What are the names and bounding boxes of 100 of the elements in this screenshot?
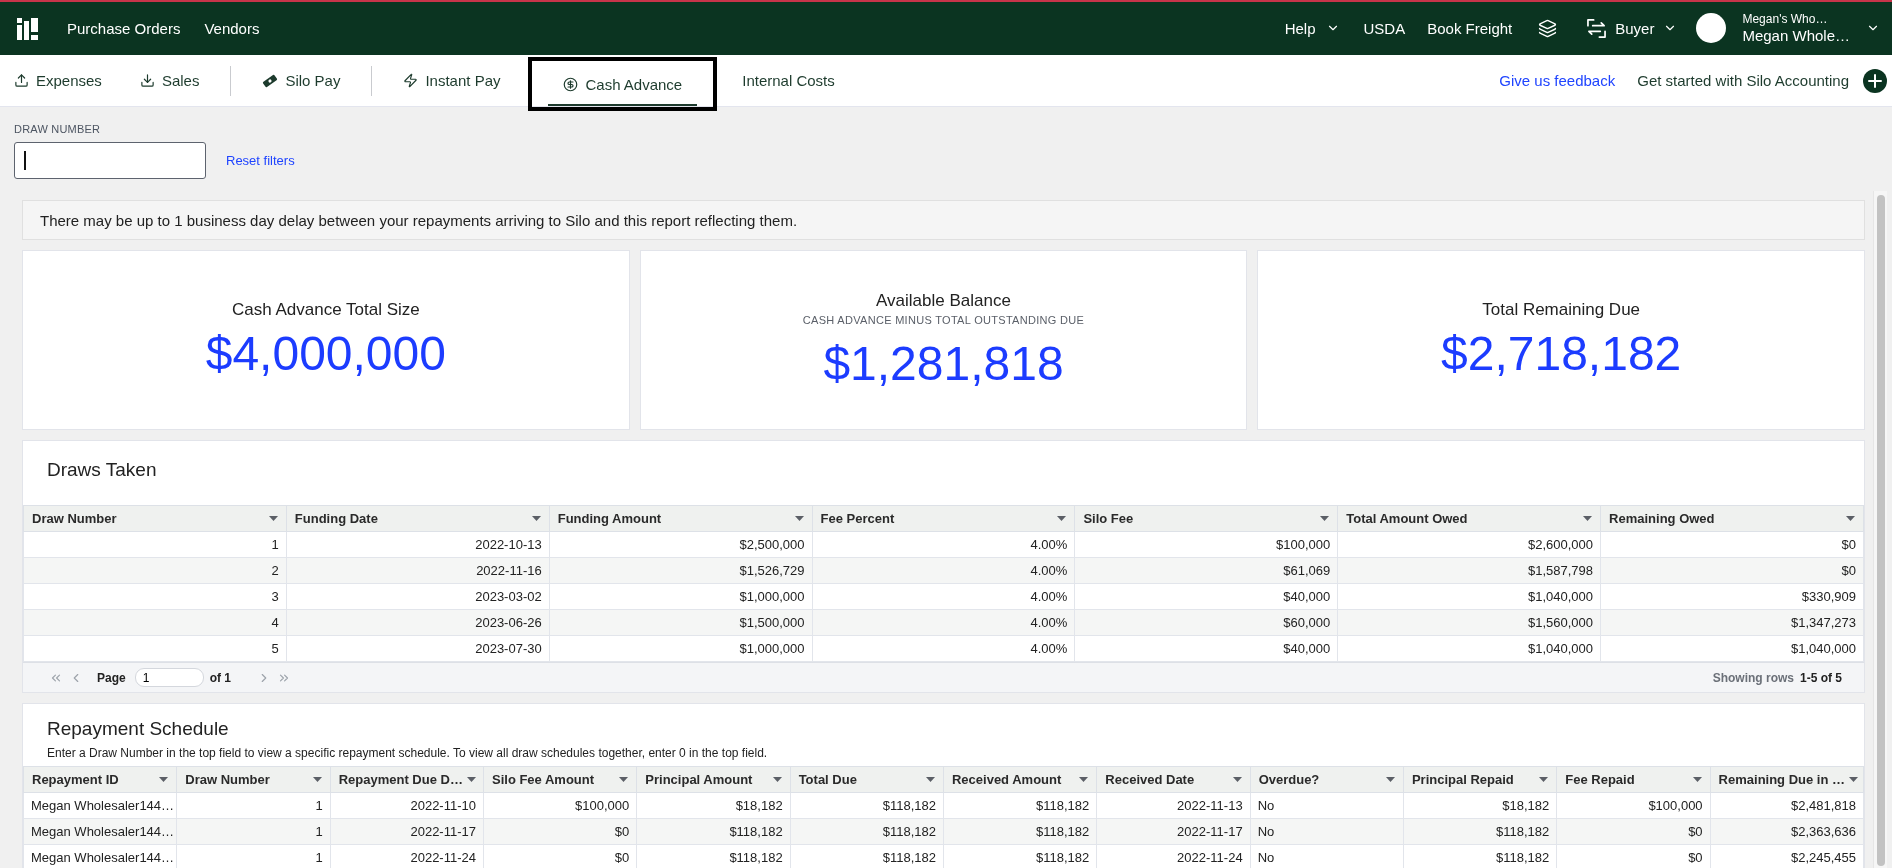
scrollbar[interactable] (1873, 191, 1887, 868)
table-cell: $2,481,818 (1710, 792, 1864, 819)
table-cell: $118,182 (636, 818, 791, 845)
column-header[interactable]: Received Amount (943, 766, 1097, 793)
table-cell: $100,000 (483, 792, 637, 819)
table-cell: 2022-11-13 (1096, 792, 1251, 819)
nav-link[interactable]: Vendors (204, 20, 260, 37)
swap-icon (1587, 19, 1607, 38)
feedback-link[interactable]: Give us feedback (1499, 72, 1616, 89)
page-field[interactable]: 1 (134, 668, 204, 687)
table-cell: 2022-10-13 (286, 531, 550, 558)
table-cell: $18,182 (1403, 792, 1557, 819)
table-cell: $1,526,729 (549, 557, 813, 584)
column-header[interactable]: Draw Number (23, 505, 287, 532)
table-cell: $118,182 (790, 792, 944, 819)
nav-link[interactable]: Book Freight (1427, 20, 1513, 37)
table-cell: $1,000,000 (549, 583, 813, 610)
table-cell: No (1250, 844, 1404, 868)
table-cell: $118,182 (1403, 818, 1557, 845)
accounting-cta-button[interactable]: Get started with Silo Accounting (1637, 68, 1887, 93)
tab[interactable]: Sales (120, 54, 219, 107)
table-cell: $1,040,000 (1337, 583, 1601, 610)
table-cell: $0 (1600, 531, 1864, 558)
table-cell: 2023-06-26 (286, 609, 550, 636)
table-cell: $118,182 (943, 844, 1097, 868)
help-menu-button[interactable]: Help (1284, 20, 1340, 37)
tab[interactable]: Internal Costs (723, 54, 854, 107)
metric-value: $2,718,182 (1441, 327, 1682, 381)
table-cell: 2 (23, 557, 287, 584)
table-cell: $1,347,273 (1600, 609, 1864, 636)
column-header[interactable]: Total Amount Owed (1337, 505, 1601, 532)
scrollbar-thumb[interactable] (1877, 195, 1885, 866)
table-cell: $118,182 (790, 844, 944, 868)
metric-value: $1,281,818 (823, 336, 1064, 391)
upload-icon (14, 73, 29, 88)
column-header[interactable]: Funding Date (286, 505, 550, 532)
table-cell: $40,000 (1074, 583, 1338, 610)
table-cell: $0 (1556, 844, 1711, 868)
rows-count: 1-5 of 5 (1800, 670, 1842, 685)
table-cell: No (1250, 792, 1404, 819)
table-cell: $330,909 (1600, 583, 1864, 610)
lightning-icon (403, 73, 419, 88)
draw-number-field[interactable] (14, 142, 206, 179)
account-menu-button[interactable]: Megan's Who… Megan Whole… (1696, 12, 1880, 45)
table-cell: 5 (23, 635, 287, 662)
column-header[interactable]: Overdue? (1250, 766, 1404, 793)
caret-down-icon (1079, 777, 1089, 782)
dollar-circle-icon (563, 76, 579, 92)
column-header[interactable]: Principal Amount (636, 766, 791, 793)
table-cell: 2022-11-17 (1096, 818, 1251, 845)
filter-label: DRAW NUMBER (14, 122, 101, 137)
nav-link[interactable]: Purchase Orders (67, 20, 181, 37)
tab[interactable]: Expenses (0, 54, 121, 107)
column-header[interactable]: Funding Amount (549, 505, 813, 532)
metric-title: Available Balance (876, 289, 1011, 312)
table-cell: $1,500,000 (549, 609, 813, 636)
column-header[interactable]: Remaining Due in … (1710, 766, 1864, 793)
table-cell: 2022-11-24 (1096, 844, 1251, 868)
table-cell: $2,245,455 (1710, 844, 1864, 868)
page-label: Page (97, 670, 126, 685)
column-header[interactable]: Remaining Owed (1600, 505, 1864, 532)
column-header[interactable]: Silo Fee (1074, 505, 1338, 532)
table-cell: $1,560,000 (1337, 609, 1601, 636)
table-cell: $118,182 (943, 792, 1097, 819)
tab[interactable]: Instant Pay (384, 54, 520, 107)
column-header[interactable]: Repayment ID (23, 766, 177, 793)
table-cell: 1 (176, 818, 331, 845)
table-cell: 3 (23, 583, 287, 610)
column-header[interactable]: Fee Percent (812, 505, 1075, 532)
caret-down-icon (794, 516, 804, 521)
table-cell: 2023-07-30 (286, 635, 550, 662)
column-header[interactable]: Silo Fee Amount (483, 766, 637, 793)
column-header[interactable]: Fee Repaid (1556, 766, 1711, 793)
table-cell: $2,363,636 (1710, 818, 1864, 845)
table-cell: Megan Wholesaler144… (23, 844, 177, 868)
caret-down-icon (466, 777, 476, 782)
plus-icon (1863, 68, 1887, 93)
table-cell: 4 (23, 609, 287, 636)
table-cell: 4.00% (812, 557, 1075, 584)
table-cell: 4.00% (812, 609, 1075, 636)
table-cell: $100,000 (1074, 531, 1338, 558)
tab[interactable]: Silo Pay (243, 54, 360, 107)
column-header[interactable]: Repayment Due D… (330, 766, 484, 793)
card-description: Enter a Draw Number in the top field to view a specific repayment schedule. To view all draw schedules together, enter 0 in the top field. (47, 745, 768, 761)
logo-icon[interactable] (17, 17, 38, 40)
avatar-icon (1696, 13, 1727, 44)
column-header[interactable]: Draw Number (176, 766, 331, 793)
table-cell: $118,182 (1403, 844, 1557, 868)
table-cell: $0 (1600, 557, 1864, 584)
column-header[interactable]: Total Due (790, 766, 944, 793)
layers-icon[interactable] (1538, 19, 1558, 38)
nav-link[interactable]: USDA (1363, 20, 1406, 37)
text-cursor-icon (24, 151, 26, 170)
caret-down-icon (159, 777, 169, 782)
column-header[interactable]: Received Date (1096, 766, 1251, 793)
tab[interactable]: Cash Advance (528, 57, 718, 111)
role-switch-button[interactable]: Buyer (1587, 19, 1678, 38)
reset-filters-link[interactable]: Reset filters (226, 153, 295, 168)
caret-down-icon (312, 777, 322, 782)
column-header[interactable]: Principal Repaid (1403, 766, 1557, 793)
